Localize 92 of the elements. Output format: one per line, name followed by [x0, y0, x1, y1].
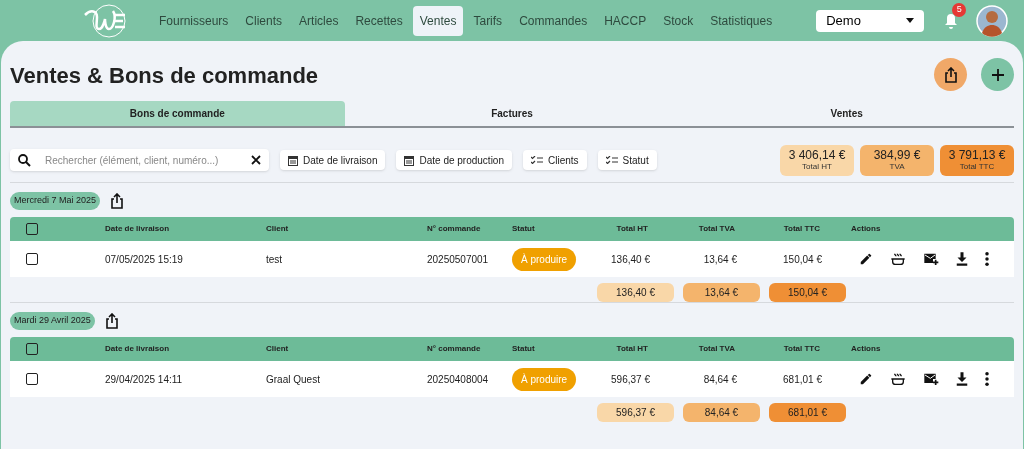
tab[interactable]: Bons de commande [10, 101, 345, 126]
nav-link[interactable]: Ventes [412, 5, 464, 36]
search-bar[interactable]: Rechercher (élément, client, numéro...) [10, 149, 269, 171]
column-header: Total TTC [782, 223, 821, 235]
subtotal-chip: 136,40 € [597, 283, 674, 302]
export-button[interactable] [934, 58, 967, 91]
nav-link[interactable]: Recettes [348, 5, 410, 36]
column-header: Total TVA [697, 223, 736, 235]
pot-icon[interactable] [890, 252, 906, 266]
more-icon[interactable] [985, 372, 989, 386]
table-cell-text: test [266, 252, 284, 267]
share-icon [943, 66, 958, 83]
column-header: Total TVA [697, 343, 736, 355]
nav-link[interactable]: Statistiques [703, 5, 780, 36]
status-badge: À produire [512, 367, 577, 391]
download-icon[interactable] [956, 252, 968, 266]
bell-icon[interactable] [944, 12, 959, 29]
nav-link[interactable]: Clients [238, 5, 290, 36]
total-card: 3 791,13 € Total TTC [940, 144, 1014, 176]
share-icon[interactable] [104, 313, 119, 329]
nav-link[interactable]: Tarifs [466, 5, 510, 36]
table-cell-text: 84,64 € [702, 372, 737, 387]
calendar-icon [288, 154, 298, 166]
table-cell-text: 136,40 € [610, 252, 650, 267]
table-cell-text: 681,01 € [782, 372, 822, 387]
select-all-checkbox[interactable] [26, 223, 38, 235]
table-cell-text: 13,64 € [702, 252, 737, 267]
edit-icon[interactable] [859, 372, 873, 386]
filter-button[interactable]: Date de production [396, 150, 512, 170]
avatar[interactable] [976, 4, 1009, 37]
column-header: Statut [512, 343, 536, 355]
column-header: Total HT [615, 343, 649, 355]
add-button[interactable] [981, 58, 1014, 91]
nav-link[interactable]: Commandes [512, 5, 595, 36]
column-header: Client [266, 223, 290, 235]
row-checkbox[interactable] [26, 253, 38, 265]
column-header: Actions [850, 223, 882, 235]
table-cell-text: 150,04 € [782, 252, 822, 267]
table-cell-text: Graal Quest [266, 372, 321, 387]
notification-badge: 5 [952, 2, 967, 17]
tab[interactable]: Factures [344, 101, 680, 126]
checklist-icon [605, 156, 618, 164]
checklist-icon [531, 156, 543, 164]
company-select[interactable]: Demo [816, 9, 925, 32]
table-cell-text: 20250507001 [427, 252, 490, 267]
filter-button[interactable]: Statut [597, 150, 657, 170]
mail-add-icon[interactable] [923, 252, 939, 266]
tab[interactable]: Ventes [679, 101, 1014, 126]
nav-link[interactable]: HACCP [597, 5, 654, 36]
search-field[interactable]: Rechercher (élément, client, numéro...) [45, 152, 251, 168]
filter-button[interactable]: Clients [523, 150, 587, 170]
nav-link[interactable]: Stock [656, 5, 701, 36]
mail-add-icon[interactable] [923, 372, 939, 386]
plus-icon [991, 68, 1004, 81]
column-header: N° commande [427, 343, 482, 355]
table-cell-text: 596,37 € [610, 372, 650, 387]
column-header: Date de livraison [105, 223, 171, 235]
column-header: Date de livraison [105, 343, 171, 355]
column-header: N° commande [427, 223, 482, 235]
more-icon[interactable] [985, 252, 989, 266]
subtotal-chip: 84,64 € [683, 403, 760, 422]
column-header: Actions [850, 343, 882, 355]
table-cell-text: 20250408004 [427, 372, 490, 387]
column-header: Statut [512, 223, 536, 235]
column-header: Client [266, 343, 290, 355]
date-chip: Mercredi 7 Mai 2025 [10, 192, 101, 210]
edit-icon[interactable] [859, 252, 873, 266]
pot-icon[interactable] [890, 372, 906, 386]
search-icon [18, 153, 31, 167]
subtotal-chip: 150,04 € [769, 283, 846, 302]
column-header: Total TTC [782, 343, 821, 355]
column-header: Total HT [615, 223, 649, 235]
nav-link[interactable]: Articles [292, 5, 346, 36]
row-checkbox[interactable] [26, 373, 38, 385]
nav-link[interactable]: Fournisseurs [152, 5, 236, 36]
subtotal-chip: 681,01 € [769, 403, 846, 422]
table-cell-text: 07/05/2025 15:19 [105, 252, 184, 267]
total-card: 384,99 € TVA [860, 144, 934, 176]
clear-icon[interactable] [251, 155, 261, 165]
calendar-icon [404, 154, 415, 166]
select-all-checkbox[interactable] [26, 343, 38, 355]
caret-icon [906, 18, 915, 23]
subtotal-chip: 13,64 € [683, 283, 760, 302]
download-icon[interactable] [956, 372, 968, 386]
total-card: 3 406,14 € Total HT [780, 144, 854, 176]
date-chip: Mardi 29 Avril 2025 [10, 312, 95, 330]
subtotal-chip: 596,37 € [597, 403, 674, 422]
status-badge: À produire [512, 247, 577, 271]
share-icon[interactable] [110, 193, 125, 209]
filter-button[interactable]: Date de livraison [280, 150, 386, 170]
table-cell-text: 29/04/2025 14:11 [105, 372, 184, 387]
page-title: Ventes & Bons de commande [10, 62, 319, 90]
